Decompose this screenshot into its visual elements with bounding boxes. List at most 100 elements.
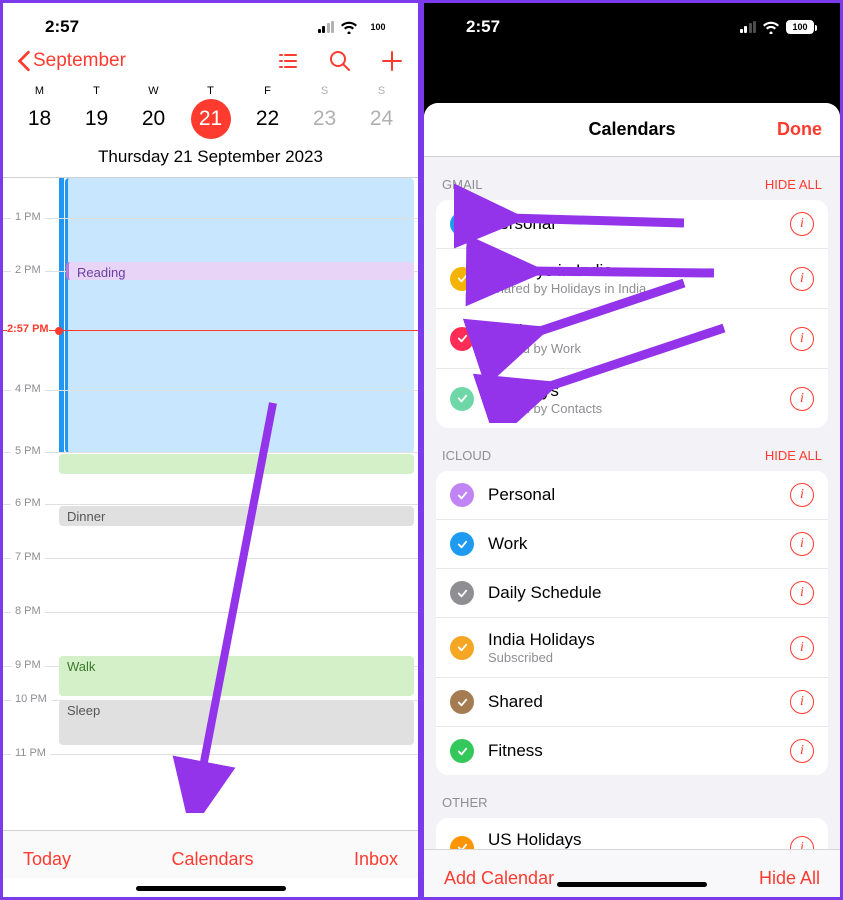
today-button[interactable]: Today [23,849,71,870]
calendar-subtitle: Shared by Work [488,341,776,356]
calendar-name: Shared [488,692,776,712]
event-dinner[interactable]: Dinner [59,506,414,526]
wifi-icon [340,20,358,34]
calendar-row[interactable]: Worki [436,520,828,569]
hide-all-button[interactable]: Hide All [759,868,820,889]
day-19[interactable]: 19 [77,99,117,139]
back-button[interactable]: September [17,50,126,72]
checkmark-icon[interactable] [450,327,474,351]
sheet-header: Calendars Done [424,103,840,157]
status-icons: 100 [318,20,393,34]
day-22[interactable]: 22 [248,99,288,139]
day-24[interactable]: 24 [362,99,402,139]
calendars-sheet-view: 2:57 100 Calendars Done GMAIL HIDE ALL P… [421,0,843,900]
calendars-button[interactable]: Calendars [171,849,253,870]
now-indicator: 2:57 PM [3,330,418,331]
done-button[interactable]: Done [777,119,822,140]
status-time: 2:57 [466,17,500,37]
calendar-name: Holidays in India [488,261,776,281]
day-numbers-row: 18 19 20 21 22 23 24 [3,99,418,143]
calendar-name: Personal [488,214,776,234]
calendar-row[interactable]: Personal i [436,471,828,520]
calendar-name: Work [488,534,776,554]
day-21-selected[interactable]: 21 [191,99,231,139]
calendar-name: Daily Schedule [488,583,776,603]
group-header-other: OTHER [424,775,840,818]
checkmark-icon[interactable] [450,690,474,714]
event-green[interactable] [59,454,414,474]
battery-icon: 100 [786,20,814,34]
checkmark-icon[interactable] [450,387,474,411]
checkmark-icon[interactable] [450,581,474,605]
weekday-row: M T W T F S S [3,79,418,99]
sheet-title: Calendars [588,119,675,140]
info-icon[interactable]: i [790,532,814,556]
event-reading[interactable]: Reading [66,262,414,280]
back-label: September [33,50,126,72]
hide-all-icloud[interactable]: HIDE ALL [765,448,822,463]
add-calendar-button[interactable]: Add Calendar [444,868,554,889]
calendar-subtitle: Subscribed [488,650,776,665]
home-indicator[interactable] [557,882,707,887]
calendar-name: Fitness [488,741,776,761]
event-sleep[interactable]: Sleep [59,700,414,745]
day-20[interactable]: 20 [134,99,174,139]
nav-bar: September [3,43,418,79]
calendar-row[interactable]: Sharedi [436,678,828,727]
status-bar: 2:57 100 [424,3,840,43]
day-18[interactable]: 18 [20,99,60,139]
cellular-icon [318,21,335,33]
calendar-row[interactable]: Holidays in IndiaShared by Holidays in I… [436,249,828,309]
calendar-row[interactable]: Fitness i [436,727,828,775]
event-walk[interactable]: Walk [59,656,414,696]
calendar-name: India Holidays [488,630,776,650]
info-icon[interactable]: i [790,212,814,236]
group-header-gmail: GMAIL HIDE ALL [424,157,840,200]
calendar-row[interactable]: Personal i [436,200,828,249]
info-icon[interactable]: i [790,327,814,351]
calendar-row[interactable]: BirthdaysShared by Contacts i [436,369,828,428]
sheet-footer: Add Calendar Hide All [424,849,840,897]
search-icon[interactable] [328,49,352,73]
group-header-icloud: ICLOUD HIDE ALL [424,428,840,471]
calendar-name: Birthdays [488,381,776,401]
checkmark-icon[interactable] [450,212,474,236]
calendar-row[interactable]: India HolidaysSubscribed i [436,618,828,678]
wifi-icon [762,20,780,34]
calendar-row[interactable]: WorkShared by Worki [436,309,828,369]
checkmark-icon[interactable] [450,636,474,660]
info-icon[interactable]: i [790,636,814,660]
calendar-row[interactable]: Daily Schedule i [436,569,828,618]
info-icon[interactable]: i [790,581,814,605]
calendar-day-view: 2:57 100 September M T W T F S S 18 19 2… [0,0,421,900]
calendar-subtitle: Shared by Holidays in India [488,281,776,296]
battery-icon: 100 [364,20,392,34]
info-icon[interactable]: i [790,739,814,763]
calendar-name: Personal [488,485,776,505]
status-time: 2:57 [45,17,79,37]
calendar-name: US Holidays [488,830,776,850]
icloud-calendars-card: PersonaliWorkiDaily ScheduleiIndia Holid… [436,471,828,775]
checkmark-icon[interactable] [450,532,474,556]
calendar-subtitle: Shared by Contacts [488,401,776,416]
selected-date-label: Thursday 21 September 2023 [3,143,418,178]
day-23[interactable]: 23 [305,99,345,139]
info-icon[interactable]: i [790,483,814,507]
checkmark-icon[interactable] [450,267,474,291]
list-icon[interactable] [276,49,300,73]
hide-all-gmail[interactable]: HIDE ALL [765,177,822,192]
status-icons: 100 [740,20,815,34]
info-icon[interactable]: i [790,267,814,291]
checkmark-icon[interactable] [450,739,474,763]
add-icon[interactable] [380,49,404,73]
timeline[interactable]: 1 PM 2 PM Reading 2:57 PM 4 PM 5 PM 6 PM… [3,178,418,830]
checkmark-icon[interactable] [450,483,474,507]
chevron-left-icon [17,50,31,72]
info-icon[interactable]: i [790,690,814,714]
cellular-icon [740,21,757,33]
info-icon[interactable]: i [790,387,814,411]
gmail-calendars-card: PersonaliHolidays in IndiaShared by Holi… [436,200,828,428]
home-indicator[interactable] [136,886,286,891]
calendars-list[interactable]: GMAIL HIDE ALL PersonaliHolidays in Indi… [424,157,840,897]
inbox-button[interactable]: Inbox [354,849,398,870]
